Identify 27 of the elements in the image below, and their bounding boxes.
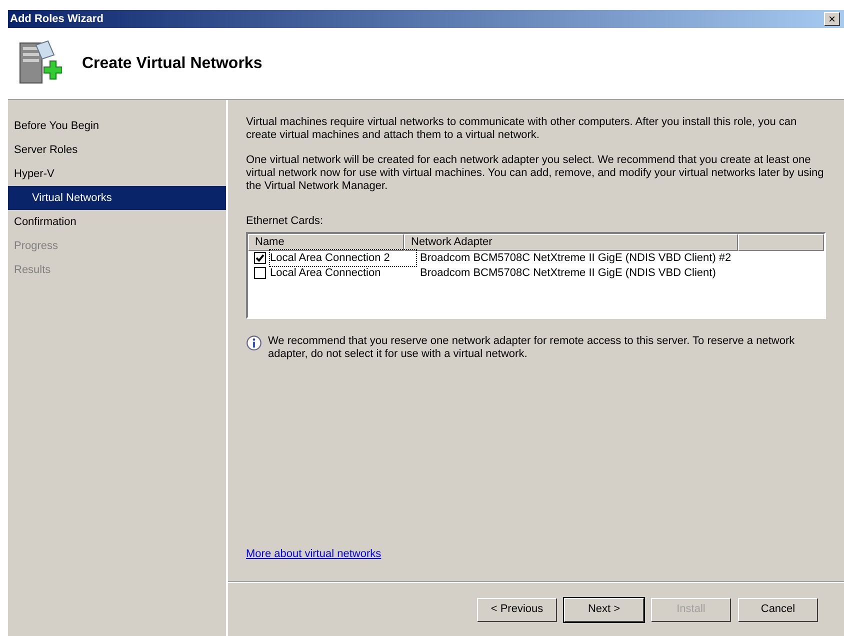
page-heading: Create Virtual Networks — [82, 54, 262, 74]
wizard-step[interactable]: Confirmation — [8, 210, 226, 234]
column-header[interactable]: Network Adapter — [404, 234, 738, 250]
column-header[interactable]: Name — [248, 234, 404, 250]
wizard-step: Results — [8, 258, 226, 282]
wizard-step[interactable]: Server Roles — [8, 138, 226, 162]
list-label: Ethernet Cards: — [246, 214, 324, 229]
wizard-button[interactable]: Next > — [564, 598, 644, 622]
wizard-button[interactable]: < Previous — [477, 598, 557, 622]
close-button[interactable]: × — [824, 12, 840, 26]
description-text: Virtual machines require virtual networks to communicate with other computers. After you install this role, you can create virtual machines and attach them to a virtual network. — [246, 116, 798, 142]
table-cell-text: Broadcom BCM5708C NetXtreme II GigE (NDIS VBD Client) #2 — [420, 250, 732, 266]
wizard-step[interactable]: Virtual Networks — [8, 186, 226, 210]
wizard-step[interactable]: Hyper-V — [8, 162, 226, 186]
info-icon — [246, 334, 262, 350]
checkbox[interactable] — [254, 252, 266, 264]
info-text: We recommend that you reserve one network adapter for remote access to this server. To reserve a network adapter, do not select it for use with a virtual network. — [268, 334, 796, 360]
description-text: One virtual network will be created for each network adapter you select. We recommend that you create at least one virtual network now for use with virtual machines. You can add, remove, and modify your virtual networks later by using the Virtual Network Manager. — [246, 154, 825, 193]
table-cell: Local Area Connection 2 — [270, 250, 416, 266]
checkbox[interactable] — [254, 267, 266, 279]
wizard-button[interactable]: Cancel — [738, 598, 818, 622]
table-cell-text: Broadcom BCM5708C NetXtreme II GigE (NDIS VBD Client) — [420, 266, 716, 281]
wizard-step[interactable]: Before You Begin — [8, 114, 226, 138]
help-link[interactable]: More about virtual networks — [246, 546, 382, 562]
window-title: Add Roles Wizard — [10, 12, 104, 27]
table-cell-text: Local Area Connection — [270, 266, 382, 281]
wizard-step: Progress — [8, 234, 226, 258]
